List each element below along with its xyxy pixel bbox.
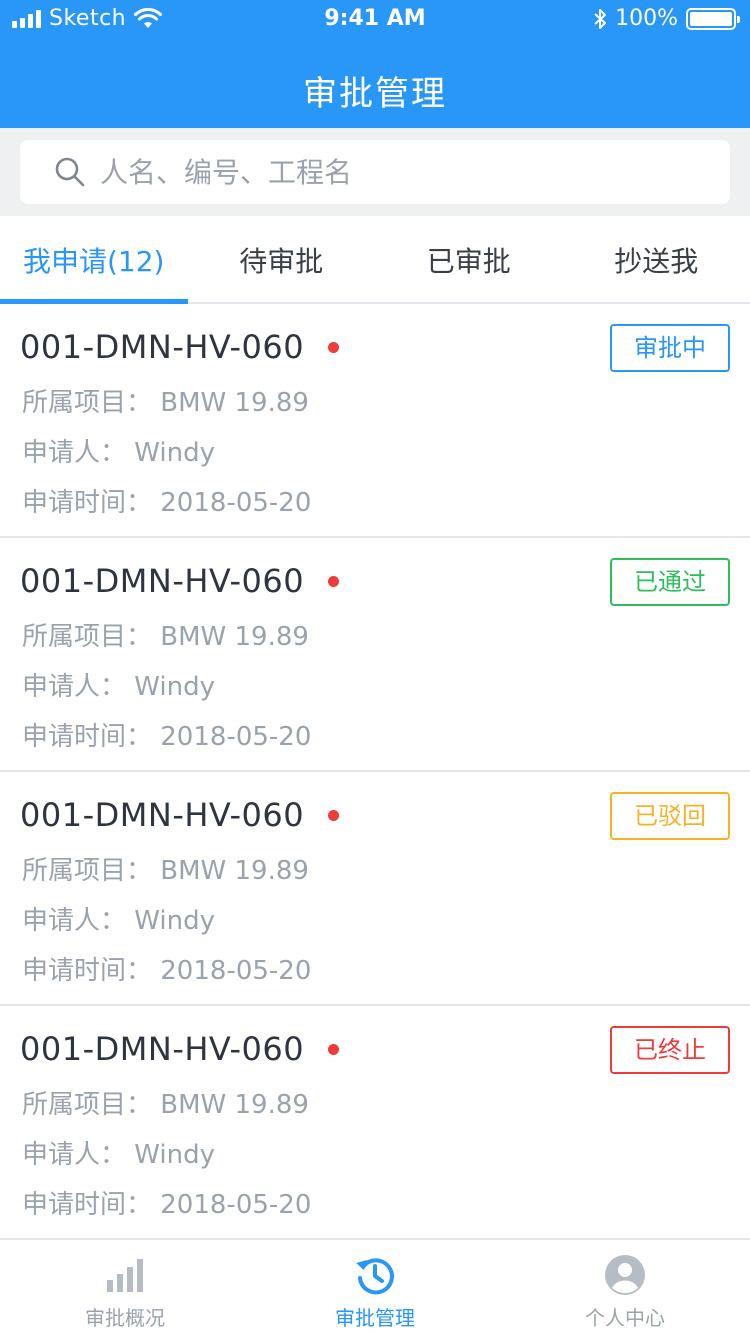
approval-list: 001-DMN-HV-060 所属项目： BMW 19.89 申请人： Wind… [0,304,750,1240]
tab-bar-top: 我申请(12) 待审批 已审批 抄送我 [0,216,750,304]
item-project: 所属项目： BMW 19.89 [22,856,309,886]
list-item[interactable]: 001-DMN-HV-060 所属项目： BMW 19.89 申请人： Wind… [0,1006,750,1240]
tabbar-item-overview[interactable]: 审批概况 [0,1240,250,1334]
history-icon [356,1258,394,1295]
approval-page: Sketch 9:41 AM 100% 审批管理 人名、编号、工程名 我申请(1… [0,0,750,1334]
battery-icon [686,7,740,30]
search-input[interactable] [100,155,660,189]
item-code: 001-DMN-HV-060 [20,328,305,366]
item-project: 所属项目： BMW 19.89 [22,622,309,652]
status-bar: Sketch 9:41 AM 100% [0,0,750,40]
list-item[interactable]: 001-DMN-HV-060 所属项目： BMW 19.89 申请人： Wind… [0,772,750,1006]
tabbar-item-approval[interactable]: 审批管理 [250,1240,500,1334]
item-code: 001-DMN-HV-060 [20,796,305,834]
tab-approved[interactable]: 已审批 [375,216,563,302]
user-icon [605,1255,645,1295]
status-badge: 已通过 [610,558,730,606]
item-applicant: 申请人： Windy [22,1140,215,1170]
item-date: 申请时间： 2018-05-20 [22,956,312,986]
list-item[interactable]: 001-DMN-HV-060 所属项目： BMW 19.89 申请人： Wind… [0,304,750,538]
list-item[interactable]: 001-DMN-HV-060 所属项目： BMW 19.89 申请人： Wind… [0,538,750,772]
tab-pending[interactable]: 待审批 [188,216,376,302]
search-box[interactable] [20,140,730,204]
unread-dot [328,342,339,353]
tabbar-label: 审批管理 [335,1306,415,1330]
tabbar-label: 审批概况 [85,1306,165,1330]
item-project: 所属项目： BMW 19.89 [22,388,309,418]
item-date: 申请时间： 2018-05-20 [22,722,312,752]
bluetooth-icon [594,8,607,29]
tabbar-label: 个人中心 [585,1306,665,1330]
item-applicant: 申请人： Windy [22,438,215,468]
status-badge: 已终止 [610,1026,730,1074]
status-badge: 已驳回 [610,792,730,840]
item-date: 申请时间： 2018-05-20 [22,488,312,518]
item-applicant: 申请人： Windy [22,906,215,936]
search-icon [55,157,85,187]
item-date: 申请时间： 2018-05-20 [22,1190,312,1220]
bar-chart-icon [107,1259,143,1292]
tabbar-item-profile[interactable]: 个人中心 [500,1240,750,1334]
unread-dot [328,576,339,587]
item-code: 001-DMN-HV-060 [20,1030,305,1068]
item-applicant: 申请人： Windy [22,672,215,702]
unread-dot [328,810,339,821]
tab-my-applications[interactable]: 我申请(12) [0,216,188,304]
item-code: 001-DMN-HV-060 [20,562,305,600]
page-title: 审批管理 [303,74,447,114]
status-badge: 审批中 [610,324,730,372]
tab-cc-me[interactable]: 抄送我 [563,216,750,302]
unread-dot [328,1044,339,1055]
search-bar [0,128,750,216]
bottom-tab-bar: 审批概况 审批管理 个人中心 [0,1238,750,1334]
header: Sketch 9:41 AM 100% 审批管理 [0,0,750,128]
battery-percent: 100% [615,6,678,31]
item-project: 所属项目： BMW 19.89 [22,1090,309,1120]
